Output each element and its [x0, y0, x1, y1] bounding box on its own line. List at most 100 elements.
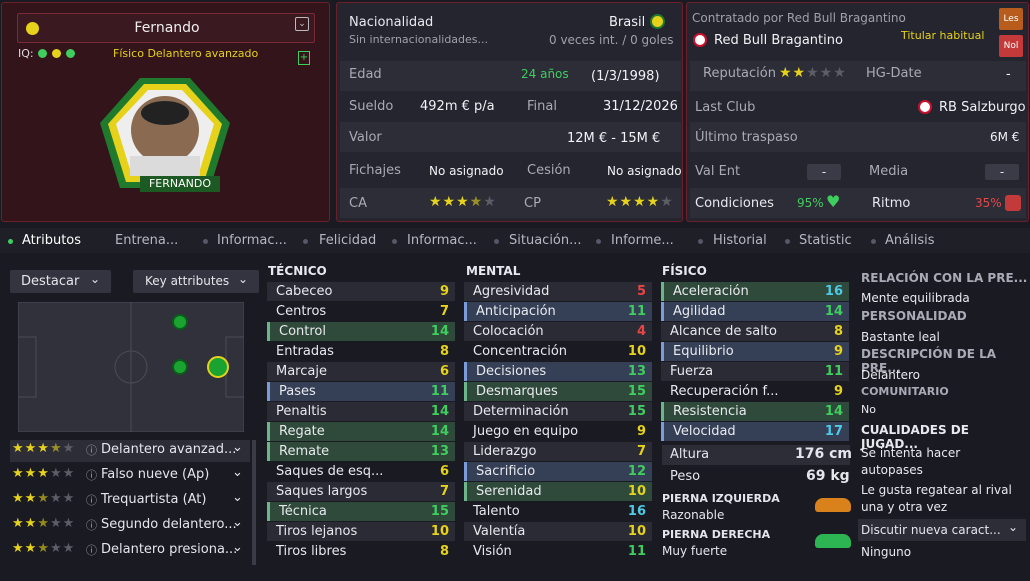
attribute-row[interactable]: Decisiones 13: [464, 362, 652, 381]
cp-label: CP: [524, 196, 541, 211]
club-name[interactable]: Red Bull Bragantino: [714, 33, 843, 48]
attribute-row[interactable]: Liderazgo 7: [464, 442, 652, 461]
quality-1a: Se intenta hacer: [861, 446, 961, 460]
hg-value: -: [1006, 67, 1011, 82]
tab-info-1[interactable]: Informac...: [217, 233, 287, 248]
tab-training[interactable]: Entrena...: [115, 233, 178, 248]
role-row[interactable]: ★★★★★ ⓘ Delantero avanzad... ⌄: [10, 440, 250, 462]
attribute-row[interactable]: Determinación 15: [464, 402, 652, 421]
chevron-down-icon: ⌄: [90, 272, 101, 286]
active-tab-dot: [8, 239, 13, 244]
tab-dot: [785, 239, 790, 244]
attribute-name: Tiros lejanos: [276, 524, 358, 539]
tab-happiness[interactable]: Felicidad: [319, 233, 376, 248]
attribute-value: 6: [439, 464, 449, 479]
attribute-row[interactable]: Visión 11: [464, 542, 652, 561]
role-row[interactable]: ★★★★★ ⓘ Trequartista (At) ⌄: [10, 490, 250, 512]
attribute-row[interactable]: Juego en equipo 9: [464, 422, 652, 441]
role-row[interactable]: ★★★★★ ⓘ Falso nueve (Ap) ⌄: [10, 465, 250, 487]
attribute-name: Fuerza: [670, 364, 714, 379]
key-attributes-dropdown[interactable]: Key attributes ⌄: [133, 270, 259, 293]
attribute-row[interactable]: Desmarques 15: [464, 382, 652, 401]
tab-dot: [303, 239, 308, 244]
attribute-row[interactable]: Fuerza 11: [661, 362, 849, 381]
attribute-row[interactable]: Control 14: [267, 322, 455, 341]
value-value: 12M € - 15M €: [567, 131, 661, 146]
attribute-row[interactable]: Agilidad 14: [661, 302, 849, 321]
attribute-row[interactable]: Regate 14: [267, 422, 455, 441]
attribute-row[interactable]: Penaltis 14: [267, 402, 455, 421]
left-boot-icon: [815, 498, 851, 512]
attribute-row[interactable]: Velocidad 17: [661, 422, 849, 441]
player-name-box[interactable]: Fernando ⌄: [17, 13, 315, 43]
tab-history[interactable]: Historial: [713, 233, 767, 248]
attribute-row[interactable]: Técnica 15: [267, 502, 455, 521]
shirt-icon[interactable]: ⌄: [295, 17, 309, 31]
attribute-name: Agilidad: [673, 304, 726, 319]
attribute-row[interactable]: Tiros lejanos 10: [267, 522, 455, 541]
role-row[interactable]: ★★★★★ ⓘ Delantero presiona... ⌄: [10, 540, 250, 562]
last-club-value[interactable]: RB Salzburgo: [939, 100, 1026, 115]
reputation-label: Reputación: [703, 66, 776, 81]
attribute-value: 8: [439, 344, 449, 359]
contract-end-value: 31/12/2026: [603, 99, 678, 114]
attribute-row[interactable]: Valentía 10: [464, 522, 652, 541]
highlight-dropdown[interactable]: Destacar ⌄: [10, 270, 111, 293]
les-badge[interactable]: Les: [999, 8, 1023, 30]
attribute-row[interactable]: Serenidad 10: [464, 482, 652, 501]
attribute-row[interactable]: Anticipación 11: [464, 302, 652, 321]
rhythm-label: Ritmo: [872, 196, 911, 211]
relationship-text: Mente equilibrada: [861, 291, 970, 305]
role-name: Delantero presiona...: [101, 542, 238, 557]
discuss-trait-dropdown[interactable]: Discutir nueva caract... ⌄: [858, 519, 1026, 541]
attribute-row[interactable]: Sacrificio 12: [464, 462, 652, 481]
attribute-row[interactable]: Resistencia 14: [661, 402, 849, 421]
attribute-row[interactable]: Tiros libres 8: [267, 542, 455, 561]
attribute-row[interactable]: Marcaje 6: [267, 362, 455, 381]
personality-text: Bastante leal: [861, 330, 940, 344]
tab-statistics[interactable]: Statistic: [799, 233, 852, 248]
wage-value: 492m € p/a: [420, 99, 495, 114]
tab-info-2[interactable]: Informac...: [407, 233, 477, 248]
iq-label: IQ:: [18, 47, 34, 60]
squad-status: Titular habitual: [901, 29, 985, 42]
attribute-row[interactable]: Equilibrio 9: [661, 342, 849, 361]
attribute-row[interactable]: Saques de esq... 6: [267, 462, 455, 481]
tab-dot: [596, 239, 601, 244]
attribute-row[interactable]: Remate 13: [267, 442, 455, 461]
attribute-row[interactable]: Centros 7: [267, 302, 455, 321]
attribute-row[interactable]: Agresividad 5: [464, 282, 652, 301]
tab-attributes[interactable]: Atributos: [22, 233, 81, 248]
attribute-row[interactable]: Entradas 8: [267, 342, 455, 361]
attribute-name: Desmarques: [476, 384, 558, 399]
add-note-icon[interactable]: +: [298, 51, 310, 65]
attribute-row[interactable]: Pases 11: [267, 382, 455, 401]
loan-label: Cesión: [527, 163, 571, 178]
tab-situation[interactable]: Situación...: [509, 233, 582, 248]
info-icon: ⓘ: [86, 519, 97, 532]
last-club-label: Last Club: [695, 100, 756, 115]
attribute-row[interactable]: Talento 16: [464, 502, 652, 521]
loan-value: No asignado: [607, 164, 682, 178]
role-row[interactable]: ★★★★★ ⓘ Segundo delantero... ⌄: [10, 515, 250, 537]
attribute-row[interactable]: Concentración 10: [464, 342, 652, 361]
personality-heading: PERSONALIDAD: [861, 309, 967, 323]
tab-report[interactable]: Informe...: [611, 233, 674, 248]
nationality-value[interactable]: Brasil: [609, 15, 645, 30]
attribute-name: Cabeceo: [276, 284, 333, 299]
nol-badge[interactable]: Nol: [999, 35, 1023, 57]
chevron-down-icon: ⌄: [232, 515, 243, 530]
attribute-value: 13: [627, 364, 646, 379]
roles-scrollbar[interactable]: [252, 440, 256, 565]
attribute-row[interactable]: Recuperación f... 9: [661, 382, 849, 401]
attribute-row[interactable]: Alcance de salto 8: [661, 322, 849, 341]
attribute-row[interactable]: Aceleración 16: [661, 282, 849, 301]
right-foot-value: Muy fuerte: [662, 544, 728, 558]
tab-dot: [203, 239, 208, 244]
attribute-value: 14: [430, 424, 449, 439]
role-stars: ★★★★★: [12, 516, 76, 531]
attribute-row[interactable]: Saques largos 7: [267, 482, 455, 501]
attribute-row[interactable]: Colocación 4: [464, 322, 652, 341]
attribute-row[interactable]: Cabeceo 9: [267, 282, 455, 301]
tab-analysis[interactable]: Análisis: [885, 233, 934, 248]
